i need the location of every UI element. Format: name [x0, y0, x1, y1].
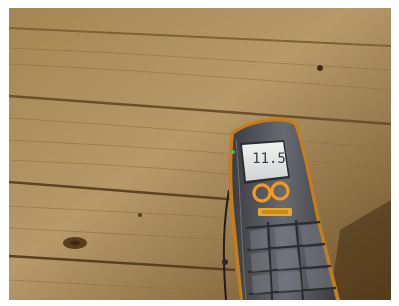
wooden-wall — [8, 8, 392, 300]
moisture-reading: 11.5 — [252, 151, 286, 167]
power-led — [231, 150, 235, 154]
photo-frame: 11.5 — [0, 0, 399, 306]
photo-canvas — [0, 0, 399, 306]
